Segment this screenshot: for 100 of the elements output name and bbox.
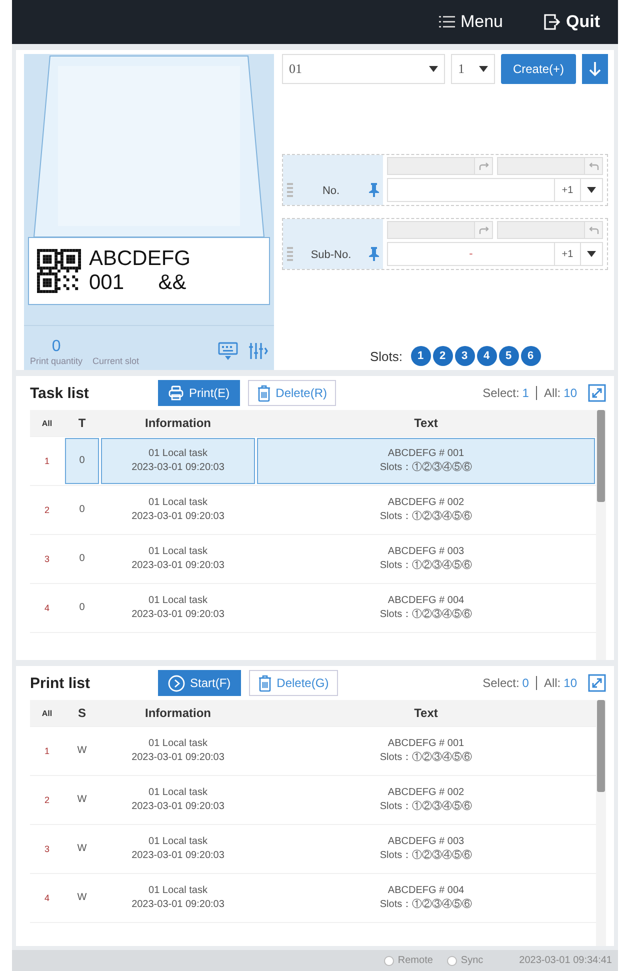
step-button[interactable]: +1 bbox=[555, 178, 581, 202]
counter-label: Sub-No. bbox=[310, 249, 352, 261]
print-text: ABCDEFG # 002 bbox=[388, 496, 464, 510]
quit-button[interactable]: Quit bbox=[543, 12, 600, 32]
radio-icon[interactable] bbox=[384, 956, 394, 966]
column-header[interactable]: All bbox=[30, 410, 64, 436]
expand-button[interactable] bbox=[588, 384, 606, 402]
down-arrow-icon bbox=[589, 61, 601, 77]
column-header: Information bbox=[144, 705, 212, 722]
step-dropdown-button[interactable] bbox=[581, 178, 603, 202]
slot-button[interactable]: 2 bbox=[432, 346, 453, 366]
slot-button[interactable]: 1 bbox=[410, 346, 431, 366]
radio-icon[interactable] bbox=[446, 956, 457, 966]
table-row[interactable]: 4 0 01 Local task 2023-03-01 09:20:03 ABCDEFG # 004 Slots：①②③④⑤⑥ bbox=[30, 584, 596, 633]
slot-button[interactable]: 3 bbox=[454, 346, 475, 366]
expand-icon bbox=[588, 384, 606, 402]
task-name: 01 Local task bbox=[148, 594, 208, 608]
slots-text: Slots：①②③④⑤⑥ bbox=[380, 800, 472, 814]
undo-button[interactable] bbox=[584, 158, 602, 174]
all-label: All: bbox=[544, 676, 561, 690]
task-time: 2023-03-01 09:20:03 bbox=[132, 608, 224, 622]
slots-text: Slots：①②③④⑤⑥ bbox=[380, 510, 472, 524]
print-text: ABCDEFG # 001 bbox=[388, 737, 464, 751]
start-button[interactable]: Start(F) bbox=[158, 670, 241, 696]
download-button[interactable] bbox=[582, 54, 608, 84]
table-row[interactable]: 3 W 01 Local task 2023-03-01 09:20:03 ABCDEFG # 003 Slots：①②③④⑤⑥ bbox=[30, 825, 596, 874]
print-button[interactable]: Print(E) bbox=[158, 380, 240, 406]
caret-icon bbox=[587, 187, 596, 193]
slot-button[interactable]: 5 bbox=[498, 346, 519, 366]
task-time: 2023-03-01 09:20:03 bbox=[132, 849, 224, 863]
delete-button[interactable]: Delete(R) bbox=[248, 380, 336, 406]
slots-text: Slots：①②③④⑤⑥ bbox=[380, 461, 472, 475]
create-button[interactable]: Create(+) bbox=[500, 54, 576, 84]
scrollbar-thumb[interactable] bbox=[597, 410, 605, 502]
counter-value-field[interactable]: - bbox=[387, 242, 555, 266]
table-row[interactable]: 3 0 01 Local task 2023-03-01 09:20:03 ABCDEFG # 003 Slots：①②③④⑤⑥ bbox=[30, 535, 596, 584]
slots-text: Slots：①②③④⑤⑥ bbox=[380, 608, 472, 622]
pin-icon[interactable] bbox=[369, 183, 379, 197]
column-header: Text bbox=[413, 705, 439, 722]
scrollbar-thumb[interactable] bbox=[597, 700, 605, 792]
keyboard-icon[interactable] bbox=[218, 342, 238, 360]
label-text: ABCDEFG bbox=[89, 247, 191, 271]
slots-text: Slots：①②③④⑤⑥ bbox=[380, 751, 472, 765]
printer-icon bbox=[168, 385, 184, 401]
scrollbar[interactable] bbox=[596, 700, 606, 946]
undo-icon bbox=[588, 226, 598, 234]
table-row[interactable]: 2 W 01 Local task 2023-03-01 09:20:03 ABCDEFG # 002 Slots：①②③④⑤⑥ bbox=[30, 776, 596, 825]
task-name: 01 Local task bbox=[148, 545, 208, 559]
all-count: 10 bbox=[564, 676, 577, 690]
count-select[interactable]: 1 bbox=[450, 54, 495, 84]
step-button[interactable]: +1 bbox=[555, 242, 581, 266]
status-cell: W bbox=[77, 744, 87, 758]
start-value-field[interactable] bbox=[387, 221, 493, 239]
task-name: 01 Local task bbox=[148, 737, 208, 751]
label-symbol: && bbox=[158, 271, 188, 295]
print-text: ABCDEFG # 004 bbox=[388, 884, 464, 898]
step-dropdown-button[interactable] bbox=[581, 242, 603, 266]
redo-icon bbox=[478, 162, 488, 170]
sliders-icon[interactable] bbox=[248, 342, 268, 360]
undo-icon bbox=[588, 162, 598, 170]
slot-button[interactable]: 6 bbox=[520, 346, 541, 366]
drag-handle-icon[interactable] bbox=[287, 183, 293, 197]
row-number: 2 bbox=[44, 504, 50, 517]
redo-button[interactable] bbox=[474, 222, 492, 238]
caret-icon bbox=[478, 66, 488, 72]
status-cell: 0 bbox=[79, 503, 85, 517]
slots-label: Slots: bbox=[370, 348, 403, 364]
row-number: 3 bbox=[44, 843, 50, 856]
row-number: 2 bbox=[44, 794, 50, 807]
column-header: Text bbox=[413, 415, 439, 432]
pin-icon[interactable] bbox=[369, 247, 379, 261]
table-row[interactable]: 1 W 01 Local task 2023-03-01 09:20:03 ABCDEFG # 001 Slots：①②③④⑤⑥ bbox=[30, 727, 596, 776]
end-value-field[interactable] bbox=[497, 221, 603, 239]
scrollbar[interactable] bbox=[596, 410, 606, 660]
select-count: 0 bbox=[522, 676, 529, 690]
task-name: 01 Local task bbox=[148, 786, 208, 800]
end-value-field[interactable] bbox=[497, 157, 603, 175]
redo-button[interactable] bbox=[474, 158, 492, 174]
column-header: T bbox=[77, 415, 87, 432]
column-header: Information bbox=[144, 415, 212, 432]
column-header[interactable]: All bbox=[30, 700, 64, 726]
task-time: 2023-03-01 09:20:03 bbox=[132, 559, 224, 573]
table-row[interactable]: 2 0 01 Local task 2023-03-01 09:20:03 ABCDEFG # 002 Slots：①②③④⑤⑥ bbox=[30, 486, 596, 535]
counter-value-field[interactable] bbox=[387, 178, 555, 202]
caret-icon bbox=[587, 251, 596, 257]
task-time: 2023-03-01 09:20:03 bbox=[132, 461, 224, 475]
drag-handle-icon[interactable] bbox=[287, 247, 293, 261]
redo-icon bbox=[478, 226, 488, 234]
undo-button[interactable] bbox=[584, 222, 602, 238]
list-title: Print list bbox=[30, 674, 92, 692]
expand-button[interactable] bbox=[588, 674, 606, 692]
start-value-field[interactable] bbox=[387, 157, 493, 175]
template-select[interactable]: 01 bbox=[282, 54, 445, 84]
delete-button[interactable]: Delete(G) bbox=[248, 670, 338, 696]
table-row[interactable]: 4 W 01 Local task 2023-03-01 09:20:03 ABCDEFG # 004 Slots：①②③④⑤⑥ bbox=[30, 874, 596, 923]
select-count: 1 bbox=[522, 386, 529, 400]
slot-button[interactable]: 4 bbox=[476, 346, 497, 366]
menu-button[interactable]: Menu bbox=[439, 12, 503, 32]
list-title: Task list bbox=[30, 384, 90, 402]
print-text: ABCDEFG # 003 bbox=[388, 835, 464, 849]
